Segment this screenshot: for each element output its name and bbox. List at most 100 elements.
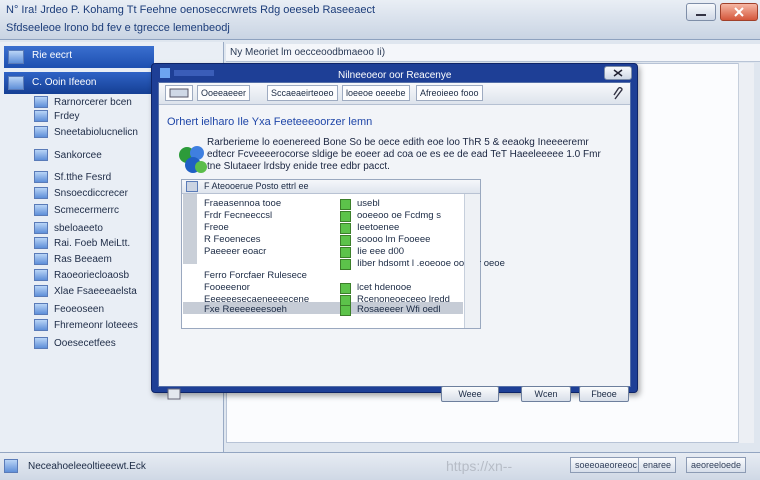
sidebar-item[interactable]: Feoeoseen xyxy=(54,304,104,315)
table-row-checkbox[interactable] xyxy=(340,211,351,222)
paperclip-icon[interactable] xyxy=(611,87,625,101)
dialog-cancel-button[interactable]: Wcen xyxy=(521,386,571,402)
table-row-value: Iie eee d00 xyxy=(357,246,405,257)
table-row-checkbox[interactable] xyxy=(340,235,351,246)
table-gutter xyxy=(183,194,197,264)
sidebar-item-icon xyxy=(34,285,48,297)
status-bar: Neceahoeleeoltieeewt.Eck soeeoaeoreeoc e… xyxy=(0,452,760,480)
dialog-window: Nilneeoeor oor Reacenye Ooeeaeeer Sccaea… xyxy=(151,63,638,402)
toolbar-button-2[interactable]: Sccaeaeirteoeo xyxy=(267,85,338,101)
cube-icon xyxy=(179,146,207,173)
sidebar-item-icon xyxy=(34,96,48,108)
window-icon xyxy=(169,88,189,98)
status-text: Neceahoeleeoltieeewt.Eck xyxy=(28,461,146,472)
dialog-apply-button[interactable]: Fbeoe xyxy=(579,386,629,402)
table-row-checkbox[interactable] xyxy=(340,223,351,234)
toolbar-button-1[interactable]: Ooeeaeeer xyxy=(197,85,251,101)
table-header-icon xyxy=(186,181,198,192)
table-row-label: Frdr Fecneeccsl xyxy=(204,210,273,221)
window-titlebar: N° Ira! Jrdeo P. Kohamg Tt Feehne oenose… xyxy=(0,0,760,40)
table-row-value: Ieetoenee xyxy=(357,222,400,233)
sidebar-item[interactable]: Frdey xyxy=(54,111,80,122)
table-row-checkbox[interactable] xyxy=(340,247,351,258)
sidebar-header-secondary[interactable]: C. Ooin Ifeeon xyxy=(4,72,154,94)
watermark-text: https://xn-- xyxy=(446,458,513,474)
table-row-label: Fooeeenor xyxy=(204,282,250,293)
table-row-label: Ferro Forcfaer Rulesece xyxy=(204,270,307,281)
dialog-toolbar: Ooeeaeeer Sccaeaeirteoeo loeeoe oeeebe A… xyxy=(159,83,630,105)
window-title: N° Ira! Jrdeo P. Kohamg Tt Feehne oenose… xyxy=(6,4,376,16)
sidebar-item[interactable]: Sneetabiolucnelicn xyxy=(54,127,138,138)
dialog-close-button[interactable] xyxy=(604,66,632,80)
computer-icon xyxy=(8,76,24,90)
dialog-description: Rarberieme lo eoenereed Bone So be oece … xyxy=(207,137,601,172)
sidebar-item-icon xyxy=(34,337,48,349)
sidebar-item-icon xyxy=(34,237,48,249)
sidebar-item-icon xyxy=(34,204,48,216)
status-button-3[interactable]: aeoreeloede xyxy=(686,457,747,473)
sidebar-item[interactable]: Scmecermerrc xyxy=(54,205,119,216)
minimize-button[interactable] xyxy=(686,3,716,21)
toolbar-icon-button[interactable] xyxy=(165,85,193,101)
sidebar-item-icon xyxy=(34,222,48,234)
table-row-checkbox[interactable] xyxy=(340,305,351,316)
dialog-app-icon xyxy=(160,68,214,78)
sidebar-item[interactable]: Rarnorcerer bcen xyxy=(54,97,132,108)
dialog-heading: Orhert ielharo Ile Yxa Feeteeeoorzer lem… xyxy=(167,116,373,128)
sidebar-item[interactable]: Sf.tthe Fesrd xyxy=(54,172,111,183)
sidebar-item-icon xyxy=(34,149,48,161)
sidebar-item[interactable]: Ooesecetfees xyxy=(54,338,116,349)
table-row-label: Freoe xyxy=(204,222,229,233)
settings-table: F Ateooerue Posto ettrl ee Fraeasennoa t… xyxy=(181,179,505,329)
sidebar-item-icon xyxy=(34,171,48,183)
table-header: F Ateooerue Posto ettrl ee xyxy=(182,180,480,194)
sidebar-item[interactable]: Ras Beeaem xyxy=(54,254,112,265)
sidebar-item-icon xyxy=(34,269,48,281)
status-icon xyxy=(4,459,18,473)
table-row-checkbox[interactable] xyxy=(340,283,351,294)
sidebar-item[interactable]: Rai. Foeb MeiLtt. xyxy=(54,238,130,249)
table-row-label: Fxe Reeeeeeesoeh xyxy=(204,304,287,315)
sidebar-item-icon xyxy=(34,187,48,199)
dialog-body: Ooeeaeeer Sccaeaeirteoeo loeeoe oeeebe A… xyxy=(158,82,631,402)
sidebar-item[interactable]: sbeloaeeto xyxy=(54,223,103,234)
sidebar-header[interactable]: Rie eecrt xyxy=(4,46,154,68)
sidebar-header2-label: C. Ooin Ifeeon xyxy=(32,77,97,88)
content-scrollbar[interactable] xyxy=(738,63,754,443)
table-row-label: Paeeeer eoacr xyxy=(204,246,267,257)
dialog-title: Nilneeoeor oor Reacenye xyxy=(338,70,452,81)
table-row-value: Rosaeeeer Wfi oedl xyxy=(357,304,441,315)
table-row-value: Iiber hdsomt l .eoeooe ooerer oeoe xyxy=(357,258,505,269)
sidebar-item-icon xyxy=(34,110,48,122)
window-subtitle: Sfdseeleoe lrono bd fev e tgrecce lemenb… xyxy=(6,22,230,34)
table-row-value: lcet hdenooe xyxy=(357,282,412,293)
sidebar-header-label: Rie eecrt xyxy=(32,50,73,61)
status-button-1[interactable]: soeeoaeoreeoc xyxy=(570,457,643,473)
sidebar-item-icon xyxy=(34,253,48,265)
sidebar-item[interactable]: Sankorcee xyxy=(54,150,102,161)
table-row-checkbox[interactable] xyxy=(340,199,351,210)
table-scrollbar[interactable] xyxy=(464,194,480,328)
sidebar-item[interactable]: Xlae Fsaeeeaelsta xyxy=(54,286,137,297)
table-row-value: ooeeoo oe Fcdmg s xyxy=(357,210,441,221)
toolbar-button-3[interactable]: loeeoe oeeebe xyxy=(342,85,410,101)
status-button-2[interactable]: enaree xyxy=(638,457,677,473)
folder-icon xyxy=(8,50,24,64)
toolbar-button-4[interactable]: Afreoieeo fooo xyxy=(416,85,483,101)
table-row-label: R Feoeneces xyxy=(204,234,261,245)
table-row-checkbox[interactable] xyxy=(340,259,351,270)
sidebar-item-icon xyxy=(34,319,48,331)
address-bar[interactable]: Ny Meoriet lm oecceoodbmaeoo Ii) xyxy=(226,44,760,62)
close-button[interactable] xyxy=(720,3,758,21)
sidebar-item[interactable]: Raoeoriecloaosb xyxy=(54,270,129,281)
table-row-label: Fraeasennoa tooe xyxy=(204,198,282,209)
close-icon xyxy=(734,7,744,17)
sidebar-item-icon xyxy=(34,303,48,315)
sidebar-item[interactable]: Fhremeonr loteees xyxy=(54,320,138,331)
close-icon xyxy=(613,69,623,77)
sidebar-item[interactable]: Snsoecdiccrecer xyxy=(54,188,128,199)
help-icon[interactable] xyxy=(167,388,181,400)
table-row-value: usebl xyxy=(357,198,380,209)
dialog-ok-button[interactable]: Weee xyxy=(441,386,499,402)
table-row-value: soooo lm Fooeee xyxy=(357,234,431,245)
